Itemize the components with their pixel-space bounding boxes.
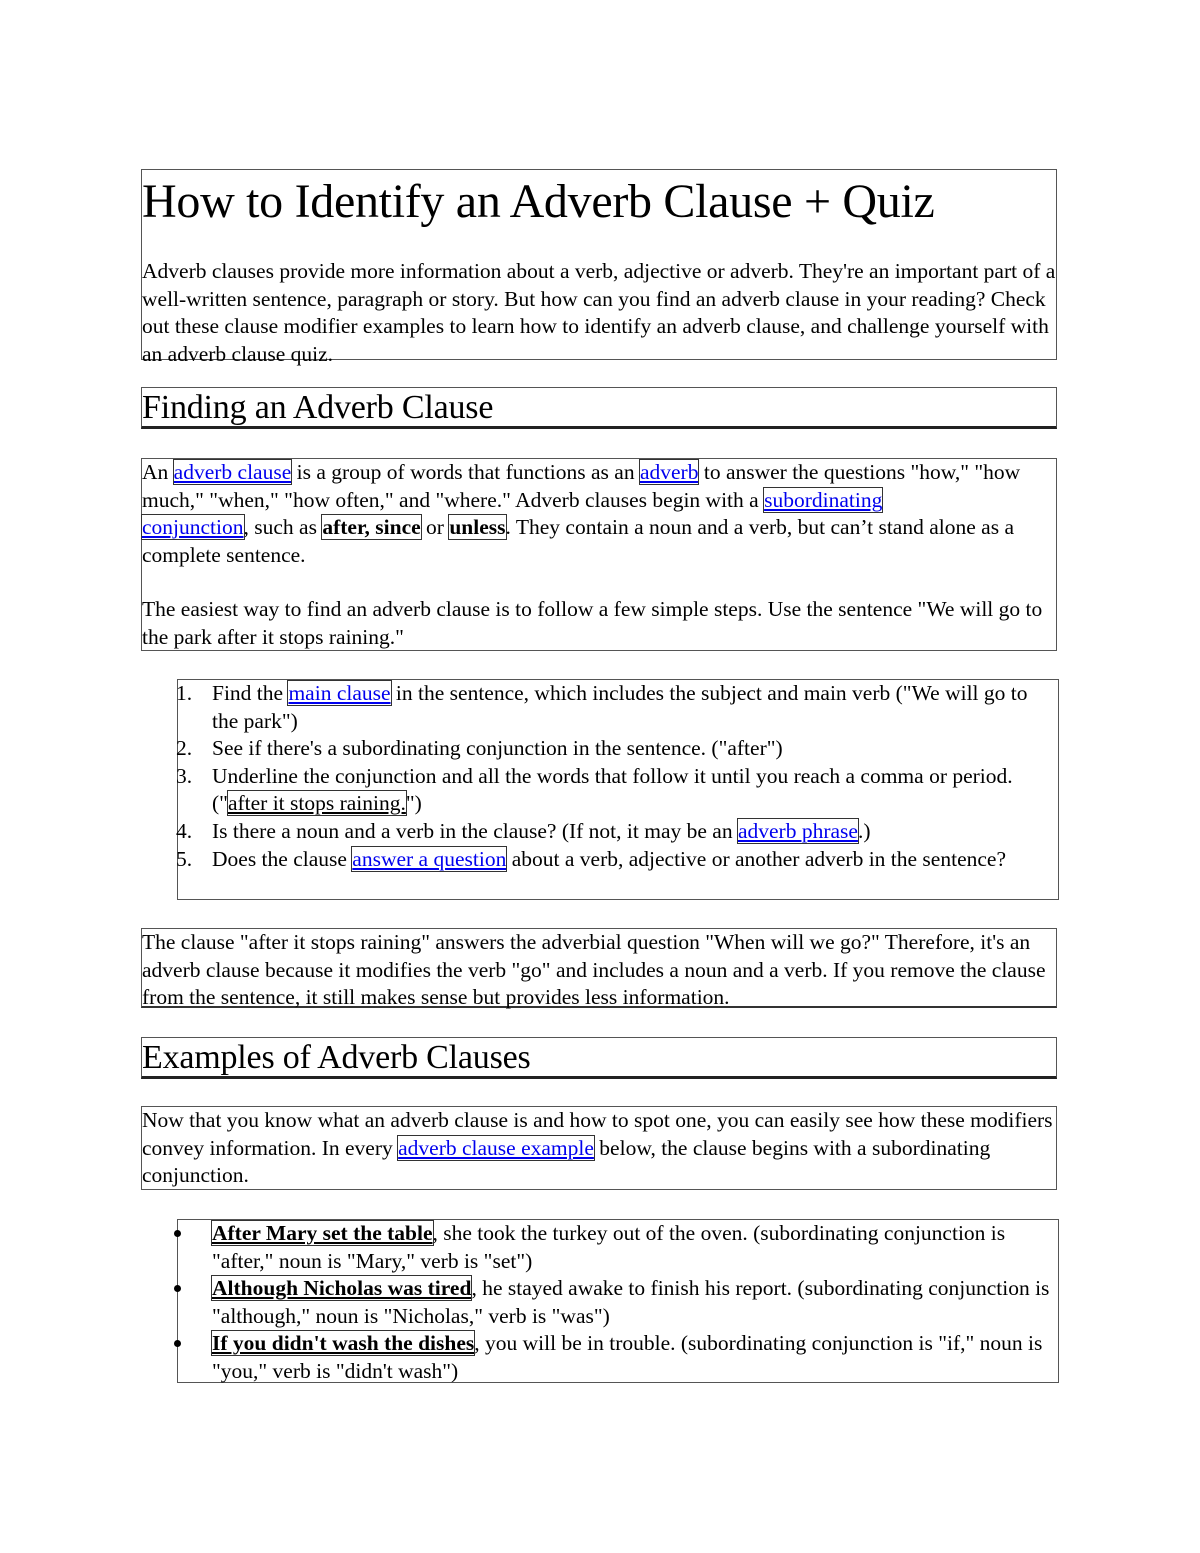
bullet-icon (174, 1285, 181, 1293)
step-number: 4. (176, 818, 193, 843)
steps-list: 1. Find the main clause in the sentence, … (176, 680, 1058, 874)
clause-explanation-box: The clause "after it stops raining" answ… (141, 928, 1057, 1009)
text: Does the clause (212, 846, 353, 871)
bullet-icon (174, 1230, 181, 1237)
text: .) (857, 818, 871, 843)
text: about a verb, adjective or another adver… (506, 846, 1006, 871)
step-item: 2. See if there's a subordinating conjunc… (176, 735, 1058, 763)
step-item: 4. Is there a noun and a verb in the clau… (176, 817, 1058, 846)
text: or (420, 515, 450, 540)
example-clause: Although Nicholas was tired (210, 1275, 473, 1302)
finding-paragraphs: An adverb clause is a group of words tha… (141, 458, 1057, 651)
step-item: 1. Find the main clause in the sentence, … (176, 680, 1058, 735)
text: , such as (243, 515, 323, 540)
main-clause-link[interactable]: main clause (287, 680, 392, 706)
examples-list: After Mary set the table, she took the t… (174, 1220, 1058, 1386)
bullet-icon (174, 1340, 181, 1348)
finding-heading: Finding an Adverb Clause (142, 389, 494, 426)
adverb-clause-example-link[interactable]: adverb clause example (397, 1134, 595, 1161)
section-heading-examples: Examples of Adverb Clauses (141, 1037, 1057, 1079)
examples-intro-box: Now that you know what an adverb clause … (141, 1106, 1057, 1190)
example-clause: After Mary set the table (211, 1220, 434, 1246)
step-number: 1. (176, 681, 193, 705)
adverb-clause-link[interactable]: adverb clause (172, 459, 293, 485)
intro-paragraph: Adverb clauses provide more information … (142, 259, 1056, 366)
text: See if there's a subordinating conjuncti… (212, 736, 783, 761)
bold-after-since: after, since (321, 514, 422, 541)
step-item: 5. Does the clause answer a question abou… (176, 845, 1058, 874)
examples-list-box: After Mary set the table, she took the t… (174, 1219, 1059, 1386)
answer-a-question-link[interactable]: answer a question (351, 845, 508, 872)
examples-heading: Examples of Adverb Clauses (142, 1039, 531, 1076)
definition-paragraph: An adverb clause is a group of words tha… (141, 459, 1056, 569)
text: ") (405, 791, 422, 816)
step-number: 3. (176, 763, 193, 788)
text: Is there a noun and a verb in the clause… (212, 818, 738, 843)
example-clause: If you didn't wash the dishes (210, 1330, 476, 1357)
step-item: 3. Underline the conjunction and all the … (176, 763, 1058, 818)
adverb-link[interactable]: adverb (638, 459, 700, 485)
bold-unless: unless (448, 514, 507, 541)
steps-list-box: 1. Find the main clause in the sentence, … (176, 679, 1059, 900)
example-item: Although Nicholas was tired, he stayed a… (174, 1275, 1058, 1330)
subordinating-link[interactable]: subordinating (763, 486, 884, 513)
text: is a group of words that functions as an (291, 460, 640, 484)
underlined-clause: after it stops raining. (226, 790, 407, 817)
text: An (142, 460, 174, 484)
example-item: After Mary set the table, she took the t… (174, 1220, 1058, 1275)
examples-intro: Now that you know what an adverb clause … (142, 1107, 1056, 1190)
title-block: How to Identify an Adverb Clause + Quiz … (141, 169, 1057, 366)
step-number: 2. (176, 736, 193, 761)
adverb-phrase-link[interactable]: adverb phrase (736, 817, 859, 844)
step-number: 5. (176, 846, 193, 871)
text: Find the (212, 681, 289, 705)
example-item: If you didn't wash the dishes, you will … (174, 1330, 1058, 1385)
clause-explanation: The clause "after it stops raining" answ… (142, 930, 1046, 1010)
steps-intro-paragraph: The easiest way to find an adverb clause… (142, 597, 1043, 649)
page-title: How to Identify an Adverb Clause + Quiz (142, 175, 935, 228)
conjunction-link[interactable]: conjunction (141, 514, 245, 541)
section-heading-finding: Finding an Adverb Clause (141, 387, 1057, 429)
